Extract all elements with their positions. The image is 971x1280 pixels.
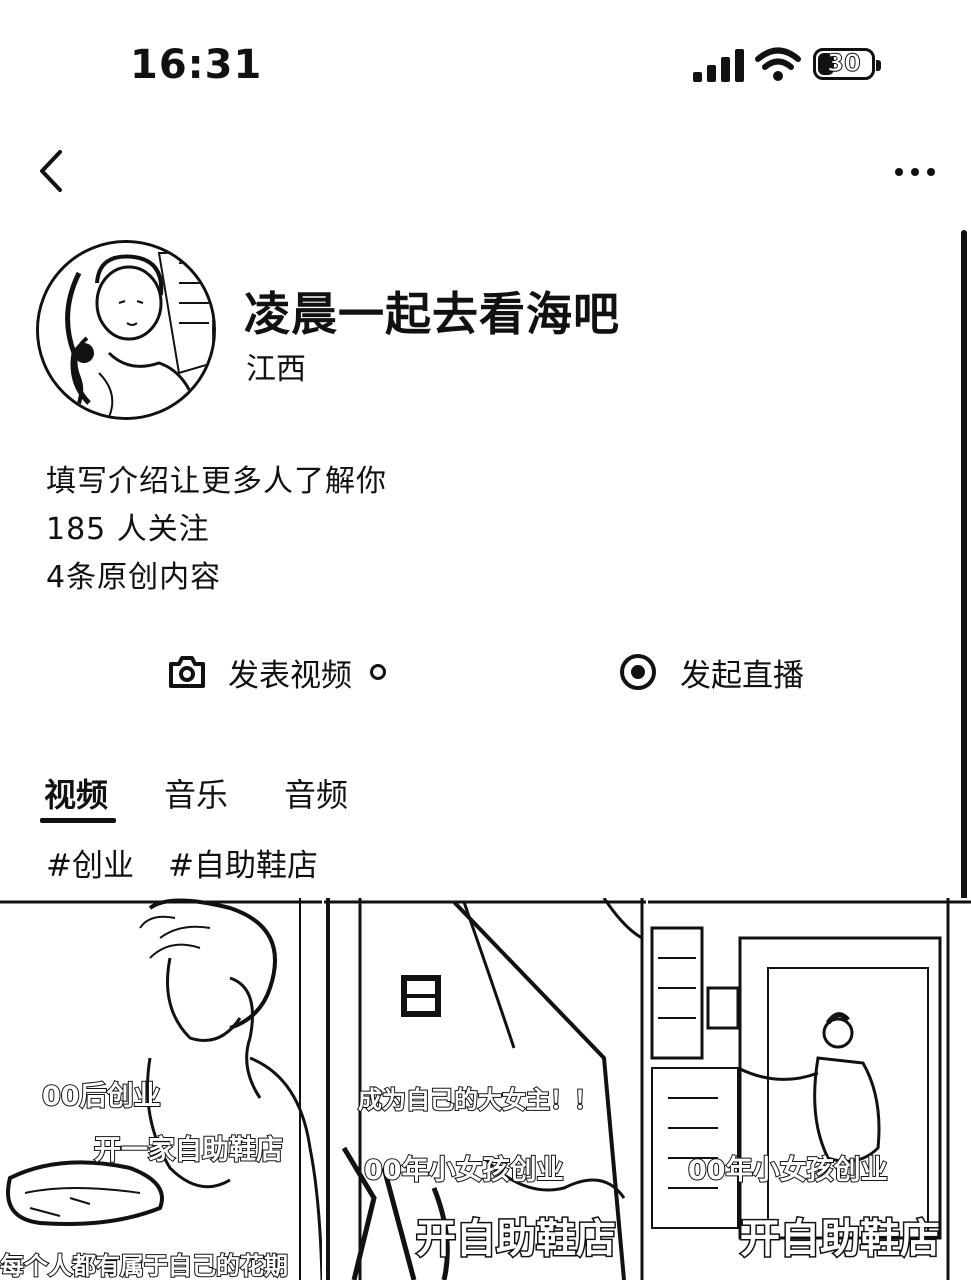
video-2-caption-3: 开自助鞋店: [415, 1215, 618, 1264]
video-thumbnail-3[interactable]: 00年小女孩创业 开自助鞋店: [648, 898, 971, 1280]
battery-percent: 30: [827, 49, 861, 78]
post-video-button[interactable]: 发表视频: [168, 646, 386, 698]
location: 江西: [246, 352, 306, 387]
status-bar: 16:31 30: [0, 0, 971, 130]
original-content-count: 4条原创内容: [46, 560, 222, 595]
video-thumbnail-2[interactable]: 成为自己的大女主！！ 00年小女孩创业 开自助鞋店: [324, 898, 646, 1280]
tag-startup[interactable]: #创业: [46, 840, 134, 885]
status-time: 16:31: [130, 42, 263, 88]
followers-count[interactable]: 185 人关注: [46, 504, 210, 548]
go-live-button[interactable]: 发起直播: [618, 646, 804, 698]
avatar[interactable]: [36, 240, 216, 420]
video-1-caption-2: 开一家自助鞋店: [93, 1134, 284, 1167]
video-thumbnail-1[interactable]: 00后创业 开一家自助鞋店 每个人都有属于自己的花期: [0, 898, 322, 1280]
tab-audio[interactable]: 音频: [284, 770, 348, 816]
go-live-label: 发起直播: [680, 657, 804, 694]
video-grid: 00后创业 开一家自助鞋店 每个人都有属于自己的花期 成为自己的大女主！！ 00…: [0, 898, 971, 1280]
wifi-icon: [755, 47, 801, 81]
video-3-caption-1: 00年小女孩创业: [687, 1154, 889, 1187]
post-video-label: 发表视频: [228, 657, 352, 694]
video-3-caption-2: 开自助鞋店: [739, 1215, 942, 1264]
video-2-caption-1: 成为自己的大女主！！: [357, 1085, 599, 1115]
video-1-caption-1: 00后创业: [41, 1080, 162, 1113]
tag-self-service-shoe-store[interactable]: #自助鞋店: [168, 840, 318, 885]
video-2-caption-2: 00年小女孩创业: [363, 1154, 565, 1187]
tab-music[interactable]: 音乐: [164, 770, 228, 816]
nickname: 凌晨一起去看海吧: [244, 287, 620, 341]
tab-video[interactable]: 视频: [44, 770, 108, 816]
camera-icon: [169, 656, 205, 688]
tab-active-indicator: [40, 818, 116, 823]
scrollbar[interactable]: [961, 230, 967, 910]
video-1-caption-3: 每个人都有属于自己的花期: [0, 1251, 289, 1280]
live-broadcast-icon: [620, 654, 656, 690]
cellular-signal-icon: [693, 46, 745, 82]
battery-icon: 30: [813, 48, 881, 80]
notification-dot: [370, 664, 386, 680]
intro-text[interactable]: 填写介绍让更多人了解你: [46, 456, 387, 500]
chevron-left-icon[interactable]: [28, 146, 78, 196]
more-horizontal-icon[interactable]: [895, 156, 935, 186]
